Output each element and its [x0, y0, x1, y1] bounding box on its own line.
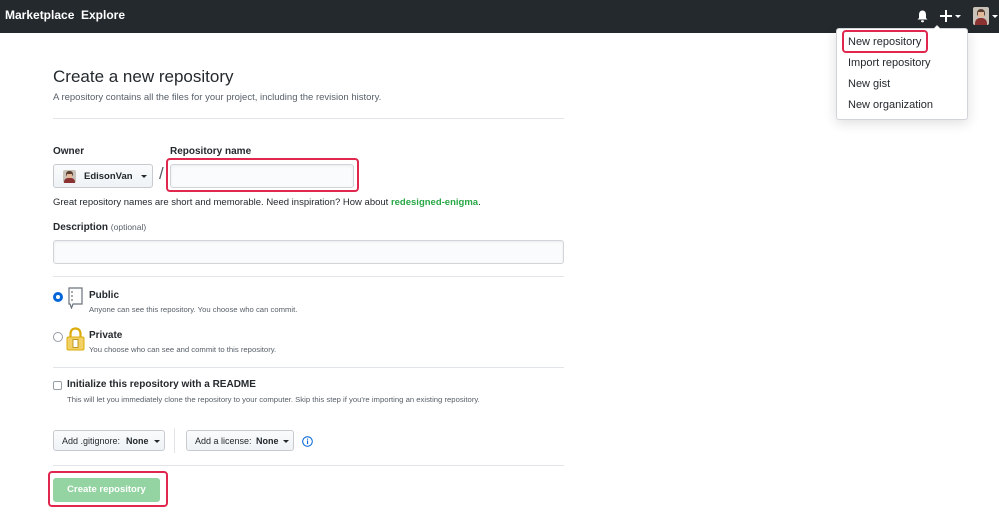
owner-name: EdisonVan	[84, 171, 133, 182]
private-description: You choose who can see and commit to thi…	[89, 345, 277, 354]
name-suggestion-link[interactable]: redesigned-enigma	[391, 197, 478, 208]
readme-checkbox[interactable]	[53, 381, 62, 390]
public-label: Public	[89, 290, 120, 301]
owner-repo-separator: /	[159, 164, 164, 183]
license-select-button[interactable]: Add a license: None	[186, 430, 294, 451]
readme-description: This will let you immediately clone the …	[67, 395, 480, 404]
chevron-down-icon	[992, 15, 998, 18]
nav-marketplace-link[interactable]: Marketplace	[5, 8, 74, 22]
owner-select-button[interactable]: EdisonVan	[53, 164, 153, 188]
nav-explore-link[interactable]: Explore	[81, 8, 125, 22]
readme-label: Initialize this repository with a README	[67, 379, 256, 390]
page-title: Create a new repository	[53, 67, 234, 86]
divider	[174, 428, 175, 453]
repo-public-icon	[68, 287, 83, 309]
info-icon[interactable]	[302, 436, 313, 447]
menu-item-import-repository[interactable]: Import repository	[848, 57, 931, 69]
page-subtitle: A repository contains all the files for …	[53, 92, 382, 103]
divider	[53, 367, 564, 368]
description-label-text: Description	[53, 222, 109, 233]
repo-name-hint: Great repository names are short and mem…	[53, 197, 481, 208]
gitignore-label: Add .gitignore:	[62, 436, 121, 446]
chevron-down-icon	[141, 175, 147, 178]
private-label: Private	[89, 330, 123, 341]
public-description: Anyone can see this repository. You choo…	[89, 305, 298, 314]
bell-icon[interactable]	[917, 10, 928, 23]
description-label: Description (optional)	[53, 222, 146, 233]
hint-text: Great repository names are short and mem…	[53, 197, 389, 208]
highlight-new-repository	[842, 30, 928, 53]
chevron-down-icon	[955, 15, 961, 18]
owner-label: Owner	[53, 146, 85, 157]
owner-avatar	[63, 170, 76, 183]
plus-icon[interactable]	[940, 10, 952, 22]
description-optional: (optional)	[110, 222, 147, 232]
hint-period: .	[478, 197, 481, 208]
description-input[interactable]	[53, 240, 564, 264]
menu-item-new-gist[interactable]: New gist	[848, 78, 890, 90]
gitignore-select-button[interactable]: Add .gitignore: None	[53, 430, 165, 451]
private-radio[interactable]	[53, 332, 63, 342]
license-value: None	[256, 436, 279, 446]
gitignore-value: None	[126, 436, 149, 446]
divider	[53, 276, 564, 277]
public-radio[interactable]	[53, 292, 63, 302]
avatar[interactable]	[973, 7, 989, 25]
divider	[53, 118, 564, 119]
lock-icon	[66, 327, 85, 351]
repository-name-label: Repository name	[170, 146, 252, 157]
highlight-create-button	[48, 471, 168, 507]
divider	[53, 465, 564, 466]
license-label: Add a license:	[195, 436, 252, 446]
chevron-down-icon	[154, 440, 160, 443]
menu-item-new-organization[interactable]: New organization	[848, 99, 933, 111]
chevron-down-icon	[283, 440, 289, 443]
highlight-repository-name	[166, 158, 359, 192]
